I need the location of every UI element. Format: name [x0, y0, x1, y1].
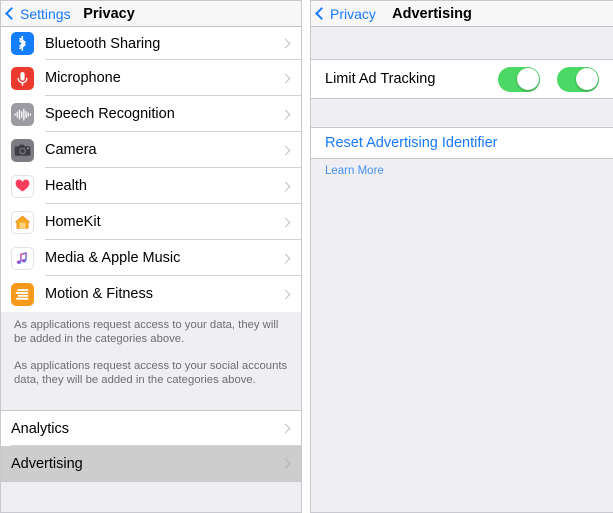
toggle-group [498, 66, 599, 92]
chevron-right-icon [280, 181, 291, 191]
reset-advertising-identifier-button[interactable]: Reset Advertising Identifier [311, 128, 613, 158]
back-button-label: Settings [20, 5, 71, 22]
row-media-apple-music[interactable]: Media & Apple Music [1, 240, 301, 276]
dual-panel-screenshot: Settings Privacy Bluetooth Sharing Micro… [0, 0, 613, 513]
footer-paragraph-1: As applications request access to your d… [14, 319, 279, 345]
privacy-scroll-area[interactable]: Bluetooth Sharing Microphone Speech Reco… [1, 27, 301, 512]
row-microphone[interactable]: Microphone [1, 60, 301, 96]
waveform-icon [11, 102, 34, 126]
row-label: Health [45, 178, 87, 194]
bottom-spacer [1, 482, 301, 512]
reset-identifier-group: Reset Advertising Identifier [311, 127, 613, 159]
chevron-right-icon [280, 217, 291, 227]
limit-ad-tracking-toggle-1[interactable] [498, 66, 540, 92]
microphone-icon [11, 66, 34, 90]
row-advertising[interactable]: Advertising [1, 446, 301, 481]
privacy-panel: Settings Privacy Bluetooth Sharing Micro… [0, 0, 302, 513]
privacy-services-group: Bluetooth Sharing Microphone Speech Reco… [1, 27, 301, 312]
privacy-bottom-group: Analytics Advertising [1, 410, 301, 482]
bluetooth-icon [11, 32, 34, 55]
row-label: Media & Apple Music [45, 250, 181, 266]
row-limit-ad-tracking[interactable]: Limit Ad Tracking [311, 60, 613, 98]
motion-icon [11, 282, 34, 306]
chevron-left-icon [315, 7, 328, 20]
bottom-spacer [311, 185, 613, 512]
learn-more-link[interactable]: Learn More [311, 159, 613, 185]
back-to-settings-button[interactable]: Settings [1, 6, 71, 22]
back-to-privacy-button[interactable]: Privacy [311, 6, 376, 22]
limit-ad-tracking-toggle-2[interactable] [557, 66, 599, 92]
music-note-icon [11, 246, 34, 270]
row-homekit[interactable]: HomeKit [1, 204, 301, 240]
row-label: Limit Ad Tracking [325, 71, 436, 87]
chevron-left-icon [5, 7, 18, 20]
row-health[interactable]: Health [1, 168, 301, 204]
row-label: Advertising [11, 455, 83, 472]
advertising-navbar: Privacy Advertising [311, 1, 613, 27]
row-analytics[interactable]: Analytics [1, 411, 301, 446]
row-motion-fitness[interactable]: Motion & Fitness [1, 276, 301, 312]
advertising-scroll-area[interactable]: Limit Ad Tracking Reset Advertising Iden… [311, 27, 613, 512]
toggle-knob [575, 68, 598, 90]
toggle-knob [516, 68, 539, 90]
row-bluetooth-sharing[interactable]: Bluetooth Sharing [1, 27, 301, 60]
row-speech-recognition[interactable]: Speech Recognition [1, 96, 301, 132]
row-label: Bluetooth Sharing [45, 35, 161, 52]
chevron-right-icon [280, 423, 291, 434]
limit-ad-tracking-group: Limit Ad Tracking [311, 59, 613, 99]
privacy-footer-text: As applications request access to your d… [1, 312, 301, 410]
chevron-right-icon [280, 109, 291, 119]
row-label: Analytics [11, 420, 70, 437]
heart-icon [11, 174, 34, 198]
row-label: Speech Recognition [45, 106, 175, 122]
mid-spacer [311, 99, 613, 127]
advertising-panel: Privacy Advertising Limit Ad Tracking Re… [310, 0, 613, 513]
chevron-right-icon [280, 253, 291, 263]
camera-icon [11, 138, 34, 162]
row-label: Motion & Fitness [45, 286, 153, 302]
row-label: HomeKit [45, 214, 101, 230]
chevron-right-icon [280, 73, 291, 83]
panel-divider [302, 0, 310, 513]
chevron-right-icon [280, 458, 291, 469]
privacy-navbar: Settings Privacy [1, 1, 301, 27]
chevron-right-icon [280, 145, 291, 155]
chevron-right-icon [280, 38, 291, 49]
footer-paragraph-2: As applications request access to your s… [14, 360, 288, 386]
back-button-label: Privacy [330, 5, 376, 22]
house-icon [11, 210, 34, 234]
row-label: Microphone [45, 70, 121, 86]
row-label: Camera [45, 142, 97, 158]
row-camera[interactable]: Camera [1, 132, 301, 168]
top-spacer [311, 27, 613, 59]
chevron-right-icon [280, 289, 291, 299]
